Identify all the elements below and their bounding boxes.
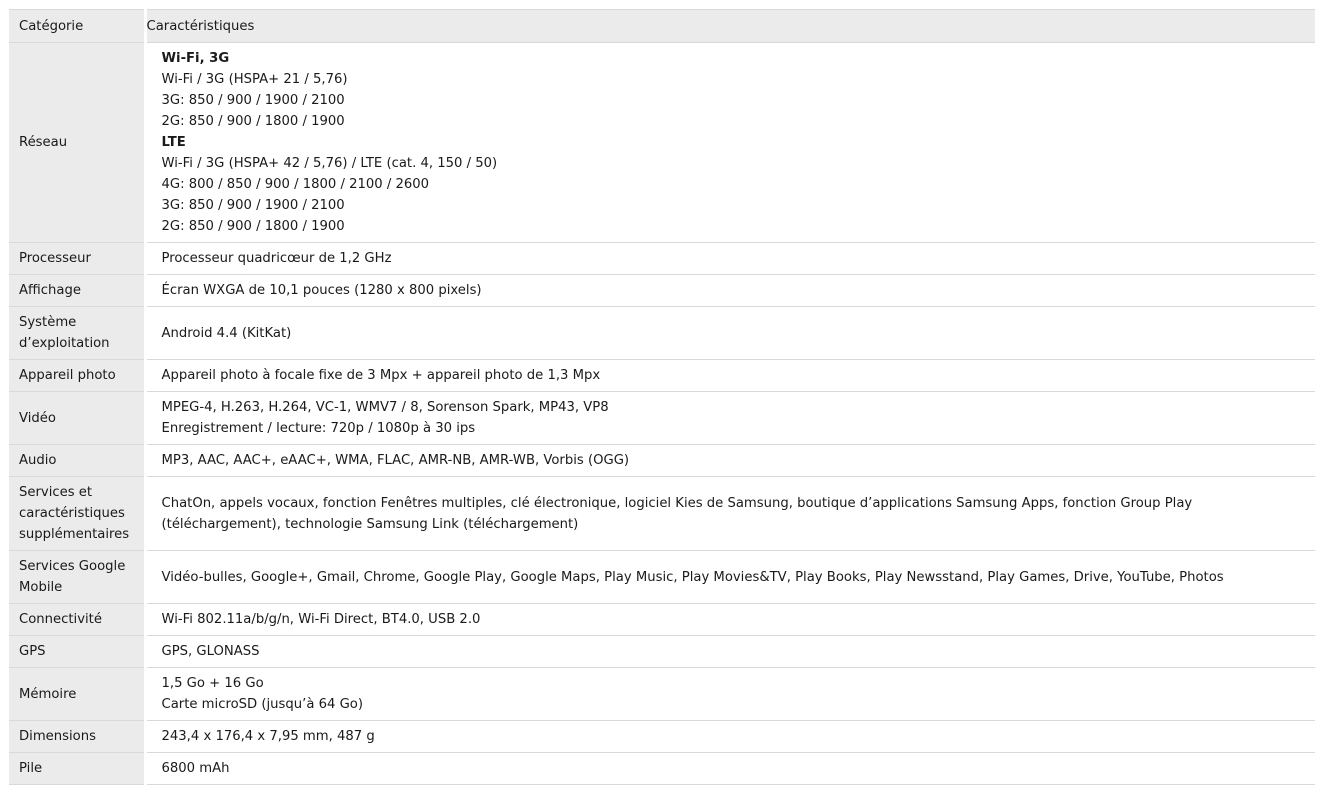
- row-value: 6800 mAh: [145, 752, 1315, 785]
- table-row: Services et caractéristiques supplémenta…: [9, 476, 1315, 551]
- row-value: Processeur quadricœur de 1,2 GHz: [145, 242, 1315, 275]
- value-line: 2G: 850 / 900 / 1800 / 1900: [161, 114, 345, 129]
- value-line: Enregistrement / lecture: 720p / 1080p à…: [161, 421, 476, 436]
- row-category: Connectivité: [9, 603, 147, 636]
- row-category: Affichage: [9, 274, 147, 307]
- value-line: Appareil photo à focale fixe de 3 Mpx + …: [161, 368, 601, 383]
- table-header: Catégorie Caractéristiques: [9, 9, 1315, 43]
- row-category: Processeur: [9, 242, 147, 275]
- value-line: MP3, AAC, AAC+, eAAC+, WMA, FLAC, AMR-NB…: [161, 453, 630, 468]
- value-line: 3G: 850 / 900 / 1900 / 2100: [161, 198, 345, 213]
- row-value: Wi-Fi 802.11a/b/g/n, Wi-Fi Direct, BT4.0…: [145, 603, 1315, 636]
- row-value: 1,5 Go + 16 Go Carte microSD (jusqu’à 64 …: [145, 667, 1315, 721]
- row-value: 243,4 x 176,4 x 7,95 mm, 487 g: [145, 720, 1315, 753]
- table-row: Pile 6800 mAh: [9, 752, 1315, 785]
- specifications-table: Catégorie Caractéristiques Réseau Wi-Fi, …: [9, 9, 1315, 785]
- row-category: Mémoire: [9, 667, 147, 721]
- row-category: Dimensions: [9, 720, 147, 753]
- row-category: Services et caractéristiques supplémenta…: [9, 476, 147, 551]
- header-row: Catégorie Caractéristiques: [9, 9, 1315, 43]
- row-value: Wi-Fi, 3G Wi-Fi / 3G (HSPA+ 21 / 5,76) 3G:…: [145, 42, 1315, 243]
- value-line: ChatOn, appels vocaux, fonction Fenêtres…: [161, 495, 1193, 532]
- row-value: Écran WXGA de 10,1 pouces (1280 x 800 pi…: [145, 274, 1315, 307]
- row-category: Réseau: [9, 42, 147, 243]
- value-line: 1,5 Go + 16 Go: [161, 676, 264, 691]
- value-line: Écran WXGA de 10,1 pouces (1280 x 800 pi…: [161, 283, 482, 298]
- table-row: Affichage Écran WXGA de 10,1 pouces (1280…: [9, 274, 1315, 307]
- row-category: Audio: [9, 444, 147, 477]
- row-category: Services Google Mobile: [9, 550, 147, 604]
- row-value: ChatOn, appels vocaux, fonction Fenêtres…: [145, 476, 1315, 551]
- header-category: Catégorie: [9, 9, 145, 43]
- value-subheading: Wi-Fi, 3G: [161, 51, 230, 66]
- table-row: Connectivité Wi-Fi 802.11a/b/g/n, Wi-Fi D…: [9, 603, 1315, 636]
- row-category: GPS: [9, 635, 147, 668]
- value-line: 243,4 x 176,4 x 7,95 mm, 487 g: [161, 729, 375, 744]
- row-value: Appareil photo à focale fixe de 3 Mpx + …: [145, 359, 1315, 392]
- row-value: Vidéo-bulles, Google+, Gmail, Chrome, Go…: [145, 550, 1315, 604]
- value-line: Processeur quadricœur de 1,2 GHz: [161, 251, 392, 266]
- value-line: Carte microSD (jusqu’à 64 Go): [161, 697, 364, 712]
- value-line: MPEG-4, H.263, H.264, VC-1, WMV7 / 8, So…: [161, 400, 609, 415]
- value-line: 3G: 850 / 900 / 1900 / 2100: [161, 93, 345, 108]
- value-line: GPS, GLONASS: [161, 644, 260, 659]
- table-row: Appareil photo Appareil photo à focale fi…: [9, 359, 1315, 392]
- table-row: Mémoire 1,5 Go + 16 Go Carte microSD (jusq…: [9, 667, 1315, 721]
- row-value: MP3, AAC, AAC+, eAAC+, WMA, FLAC, AMR-NB…: [145, 444, 1315, 477]
- value-line: Android 4.4 (KitKat): [161, 325, 292, 341]
- table-row: Vidéo MPEG-4, H.263, H.264, VC-1, WMV7 / …: [9, 391, 1315, 445]
- row-value: MPEG-4, H.263, H.264, VC-1, WMV7 / 8, So…: [145, 391, 1315, 445]
- table-row: Réseau Wi-Fi, 3G Wi-Fi / 3G (HSPA+ 21 / 5,…: [9, 42, 1315, 243]
- header-features: Caractéristiques: [143, 9, 1315, 43]
- row-category: Système d’exploitation: [9, 306, 147, 360]
- value-line: Wi-Fi / 3G (HSPA+ 21 / 5,76): [161, 72, 348, 87]
- table-body: Réseau Wi-Fi, 3G Wi-Fi / 3G (HSPA+ 21 / 5,…: [9, 42, 1315, 785]
- table-row: Système d’exploitation Android 4.4 (KitKa…: [9, 306, 1315, 360]
- table-row: Audio MP3, AAC, AAC+, eAAC+, WMA, FLAC, A…: [9, 444, 1315, 477]
- value-line: 4G: 800 / 850 / 900 / 1800 / 2100 / 2600: [161, 177, 430, 192]
- table-row: Dimensions 243,4 x 176,4 x 7,95 mm, 487 g: [9, 720, 1315, 753]
- row-value: Android 4.4 (KitKat): [145, 306, 1315, 360]
- row-value: GPS, GLONASS: [145, 635, 1315, 668]
- row-category: Vidéo: [9, 391, 147, 445]
- row-category: Appareil photo: [9, 359, 147, 392]
- row-category: Pile: [9, 752, 147, 785]
- table-row: Processeur Processeur quadricœur de 1,2 G…: [9, 242, 1315, 275]
- table-row: Services Google Mobile Vidéo-bulles, Goog…: [9, 550, 1315, 604]
- value-line: Wi-Fi / 3G (HSPA+ 42 / 5,76) / LTE (cat.…: [161, 156, 498, 171]
- table-row: GPS GPS, GLONASS: [9, 635, 1315, 668]
- value-line: Vidéo-bulles, Google+, Gmail, Chrome, Go…: [161, 569, 1224, 585]
- value-subheading: LTE: [161, 135, 186, 150]
- value-line: 2G: 850 / 900 / 1800 / 1900: [161, 219, 345, 234]
- value-line: Wi-Fi 802.11a/b/g/n, Wi-Fi Direct, BT4.0…: [161, 612, 481, 627]
- value-line: 6800 mAh: [161, 761, 230, 776]
